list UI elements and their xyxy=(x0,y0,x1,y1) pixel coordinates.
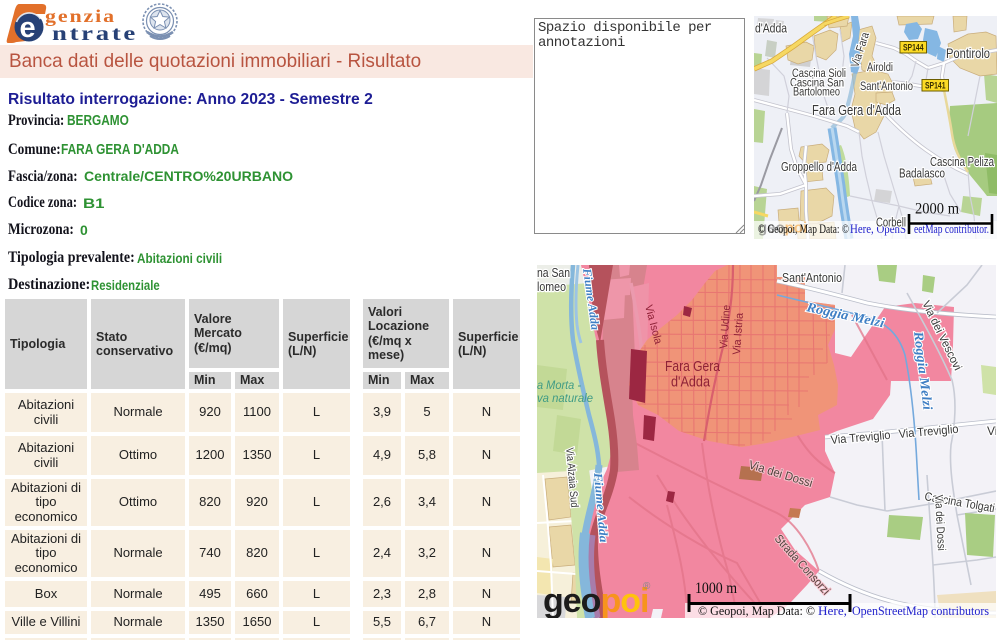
svg-text:Fara Gera d'Adda: Fara Gera d'Adda xyxy=(812,103,902,119)
svg-text:2000 m: 2000 m xyxy=(915,201,959,218)
svg-text:a Morta -: a Morta - xyxy=(537,380,581,392)
svg-text:Vi: Vi xyxy=(987,424,996,438)
svg-text:na San: na San xyxy=(537,266,570,280)
svg-text:SP144: SP144 xyxy=(903,43,924,54)
svg-text:lomeo: lomeo xyxy=(537,280,566,294)
svg-text:d'Adda: d'Adda xyxy=(671,375,711,391)
svg-text:Cascina Peliza: Cascina Peliza xyxy=(930,155,994,169)
svg-text:1000 m: 1000 m xyxy=(695,580,737,597)
svg-text:Pontirolo: Pontirolo xyxy=(946,45,990,61)
svg-text:va naturale: va naturale xyxy=(537,393,593,405)
svg-text:SP141: SP141 xyxy=(925,81,946,92)
svg-text:®: ® xyxy=(643,581,651,592)
svg-text:© Geopoi, Map Data: ©Here,Open: © Geopoi, Map Data: ©Here,OpenStreetMap … xyxy=(698,603,989,618)
svg-text:e: e xyxy=(20,12,36,44)
svg-text:Airoldi: Airoldi xyxy=(867,62,893,74)
svg-text:geopoi: geopoi xyxy=(543,582,648,618)
svg-text:Groppello d'Adda: Groppello d'Adda xyxy=(781,159,858,174)
svg-text:Corbell: Corbell xyxy=(876,216,906,230)
svg-text:Sant'Antonio: Sant'Antonio xyxy=(860,79,913,93)
svg-text:d'Adda: d'Adda xyxy=(755,21,788,36)
svg-text:Bartolomeo: Bartolomeo xyxy=(793,87,840,99)
svg-text:Sant'Antonio: Sant'Antonio xyxy=(782,271,842,285)
svg-text:ntrate: ntrate xyxy=(52,23,138,45)
svg-text:Fara Gera: Fara Gera xyxy=(665,359,721,375)
